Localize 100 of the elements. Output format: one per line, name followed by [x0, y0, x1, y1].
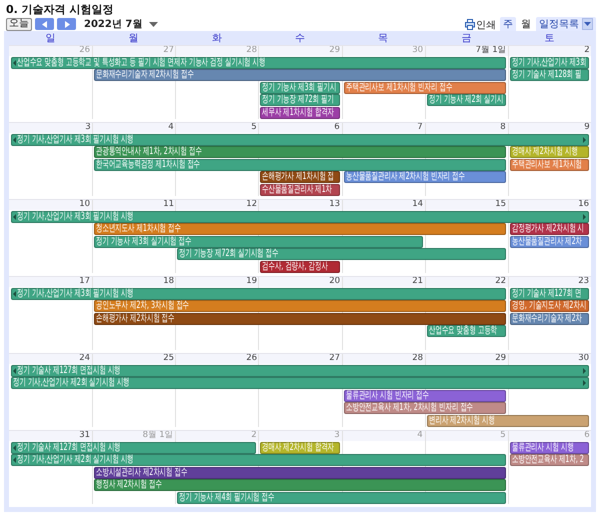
event-bar[interactable]: 정기 기능사 제2회 실기시	[426, 94, 506, 106]
event-bar[interactable]: 정기 기사,산업기사 제2회 실기시험 시행	[11, 454, 506, 466]
event-bar[interactable]: 정기 기술사 제127회 면접시험 시행	[11, 442, 256, 454]
next-icon	[64, 20, 70, 28]
date-number: 26	[80, 46, 92, 54]
date-number: 29	[495, 354, 508, 362]
event-bar[interactable]: 경매사 제2차시험 시행	[510, 146, 589, 158]
weekday-header: 화	[210, 33, 223, 45]
event-bar[interactable]: 소방안전교육사 제1차, 2	[510, 454, 589, 466]
date-number: 4	[168, 123, 175, 132]
arrow-left-icon	[13, 368, 16, 374]
event-bar[interactable]: 정기 기사,산업기사 제3회 필기시험 시행	[11, 288, 506, 300]
event-bar[interactable]: 주택관리사보 제1차시험	[510, 158, 589, 171]
event-bar[interactable]: 농산물품질관리사 제2차	[510, 236, 589, 248]
event-bar[interactable]: 정기 기사,산업기사 제3회	[510, 57, 589, 69]
event-bar[interactable]: 정기 기능사 제3회 실기시험 접수	[94, 236, 423, 248]
event-bar[interactable]: 문화재수리기술자 제2차시험 접수	[94, 69, 506, 82]
date-number: 5	[500, 431, 508, 440]
event-bar[interactable]: 감정평가사 제2차시험 시	[510, 223, 589, 236]
event-bar[interactable]: 정기 기술사 제127회 면접시험 시행	[11, 365, 589, 377]
arrow-left-icon	[13, 137, 16, 143]
date-number: 12	[246, 200, 258, 208]
event-bar[interactable]: 산업수요 맞춤형 고등학	[426, 325, 506, 338]
event-bar[interactable]: 물류관리사 시험 시행	[510, 442, 589, 454]
date-number: 2	[251, 431, 258, 440]
event-bar[interactable]: 정기 기능장 제72회 실기시험 접수	[177, 248, 506, 260]
weekday-header: 수	[294, 33, 306, 45]
event-bar[interactable]: 주택관리사보 제1차시험 빈자리 접수	[344, 82, 506, 94]
weekday-header: 월	[128, 33, 140, 45]
event-bar[interactable]: 문화재수리기술자 제2차	[510, 312, 589, 325]
date-number: 2	[584, 46, 590, 54]
date-number: 6	[334, 123, 341, 132]
date-number: 27	[329, 354, 341, 362]
event-bar[interactable]: 행정사 제2차시험 접수	[94, 479, 506, 492]
date-number: 3	[85, 123, 92, 132]
view-tab[interactable]: 일정목록	[536, 17, 596, 31]
print-button[interactable]: 인쇄	[465, 18, 496, 31]
event-bar[interactable]: 정기 기사,산업기사 제3회 필기시험 시행	[11, 134, 589, 146]
view-tab[interactable]: 주	[500, 17, 516, 31]
event-bar[interactable]: 변리사 제2차시험 시행	[426, 414, 589, 427]
date-number: 30	[578, 354, 590, 362]
event-bar[interactable]: 손해평가사 제1차시험 접	[260, 171, 340, 184]
previous-button[interactable]	[35, 18, 54, 30]
event-bar[interactable]: 경매사 제2차시험 합격자	[260, 442, 340, 454]
arrow-right-icon	[583, 214, 586, 220]
date-number: 18	[162, 277, 175, 286]
date-number: 25	[162, 354, 175, 362]
date-number: 28	[246, 46, 258, 54]
date-number: 13	[329, 200, 341, 208]
event-bar[interactable]: 산업수요 맞춤형 고등학교 및 특성화고 등 필기 시험 면제자 기능사 검정 실기시험 시행	[11, 57, 506, 69]
date-number: 3	[334, 431, 341, 440]
event-bar[interactable]: 수산물품질관리사 제1차	[260, 184, 340, 196]
event-bar[interactable]: 정기 기술사 제127회 면	[510, 288, 589, 300]
event-bar[interactable]: 물류관리사 시험 빈자리 접수	[344, 390, 506, 402]
event-bar[interactable]: 공인노무사 제2차, 3차시험 접수	[94, 300, 506, 312]
month-label: 2022년 7월	[84, 18, 142, 31]
event-bar[interactable]: 소방시설관리사 제2차시험 접수	[94, 466, 506, 479]
today-button[interactable]: 오늘	[6, 18, 32, 30]
date-number: 6	[584, 431, 590, 440]
date-number: 31	[80, 431, 92, 440]
event-bar[interactable]: 정기 기능사 제4회 필기시험 접수	[177, 492, 506, 504]
date-number: 30	[412, 46, 424, 54]
date-number: 10	[80, 200, 92, 208]
event-bar[interactable]: 정기 기사,산업기사 제3회 필기시험 시행	[11, 211, 589, 223]
event-bar[interactable]: 농산물품질관리사 제2차시험 빈자리 접수	[344, 171, 506, 184]
event-bar[interactable]: 정기 기사,산업기사 제2회 실기시험 시행	[11, 377, 589, 390]
date-number: 9	[584, 123, 590, 132]
event-bar[interactable]: 한국어교육능력검정 제1차시험 접수	[94, 158, 506, 171]
date-number: 21	[412, 277, 424, 286]
event-bar[interactable]: 관광통역안내사 제1차, 2차시험 접수	[94, 146, 506, 158]
date-number: 7월 1일	[476, 46, 508, 54]
dropdown-icon[interactable]	[584, 22, 591, 26]
event-bar[interactable]: 검수사, 검량사, 감정사	[260, 260, 340, 273]
date-number: 27	[162, 46, 175, 54]
arrow-left-icon	[13, 214, 16, 220]
date-number: 7	[418, 123, 424, 132]
weekday-header: 목	[377, 33, 390, 45]
date-number: 26	[246, 354, 258, 362]
event-bar[interactable]: 정기 기능장 제72회 필기	[260, 94, 340, 106]
arrow-left-icon	[13, 60, 16, 66]
date-number: 24	[80, 354, 92, 362]
weekday-header: 토	[543, 33, 556, 45]
event-bar[interactable]: 정기 기능사 제3회 필기시	[260, 82, 340, 94]
dropdown-icon[interactable]	[149, 22, 158, 26]
date-number: 5	[251, 123, 258, 132]
date-number: 29	[329, 46, 341, 54]
event-bar[interactable]: 정기 기술사 제128회 필	[510, 69, 589, 82]
date-number: 8	[500, 123, 508, 132]
event-bar[interactable]: 경영, 기술지도사 제2차시	[510, 300, 589, 312]
event-bar[interactable]: 소방안전교육사 제1차, 2차시험 빈자리 접수	[344, 402, 506, 414]
date-number: 11	[162, 200, 175, 208]
arrow-left-icon	[13, 291, 16, 297]
previous-icon	[42, 20, 48, 28]
event-bar[interactable]: 청소년지도사 제1차시험 접수	[94, 223, 506, 236]
weekday-header: 일	[44, 33, 57, 45]
event-bar[interactable]: 세무사 제1차시험 합격자	[260, 106, 340, 119]
next-button[interactable]	[57, 18, 76, 30]
date-number: 4	[418, 431, 424, 440]
event-bar[interactable]: 손해평가사 제2차시험 접수	[94, 312, 506, 325]
arrow-right-icon	[583, 137, 586, 143]
